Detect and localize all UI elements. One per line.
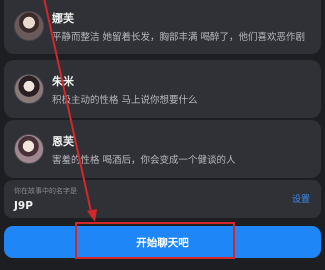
- character-avatar: [14, 74, 44, 104]
- character-card-enfu[interactable]: 恩芙 害羞的性格 喝酒后，你会变成一个健谈的人: [4, 120, 321, 178]
- character-avatar: [14, 11, 44, 41]
- character-name: 朱米: [52, 74, 74, 88]
- character-description: 积极主动的性格 马上说你想要什么: [52, 94, 198, 106]
- character-card-zhumi[interactable]: 朱米 积极主动的性格 马上说你想要什么: [4, 60, 321, 118]
- settings-link[interactable]: 设置: [292, 192, 310, 205]
- character-name: 娜芙: [52, 11, 74, 25]
- character-info: 娜芙 平静而整洁 她留着长发，胸部丰满 喝醉了，他们喜欢恶作剧: [52, 10, 314, 43]
- story-name-value: J9P: [14, 200, 33, 212]
- character-name: 恩芙: [52, 134, 74, 148]
- story-name-label: 你在故事中的名字是: [14, 187, 77, 195]
- character-info: 朱米 积极主动的性格 马上说你想要什么: [52, 73, 314, 106]
- start-chat-label: 开始聊天吧: [136, 236, 189, 249]
- character-info: 恩芙 害羞的性格 喝酒后，你会变成一个健谈的人: [52, 133, 314, 166]
- story-name-panel: 你在故事中的名字是 J9P 设置: [4, 180, 321, 218]
- start-chat-button[interactable]: 开始聊天吧: [4, 226, 321, 258]
- chat-setup-screen: 娜芙 平静而整洁 她留着长发，胸部丰满 喝醉了，他们喜欢恶作剧 朱米 积极主动的…: [0, 0, 325, 270]
- character-card-nafu[interactable]: 娜芙 平静而整洁 她留着长发，胸部丰满 喝醉了，他们喜欢恶作剧: [4, 0, 321, 54]
- character-description: 平静而整洁 她留着长发，胸部丰满 喝醉了，他们喜欢恶作剧: [52, 31, 306, 43]
- character-description: 害羞的性格 喝酒后，你会变成一个健谈的人: [52, 154, 236, 166]
- character-avatar: [14, 134, 44, 164]
